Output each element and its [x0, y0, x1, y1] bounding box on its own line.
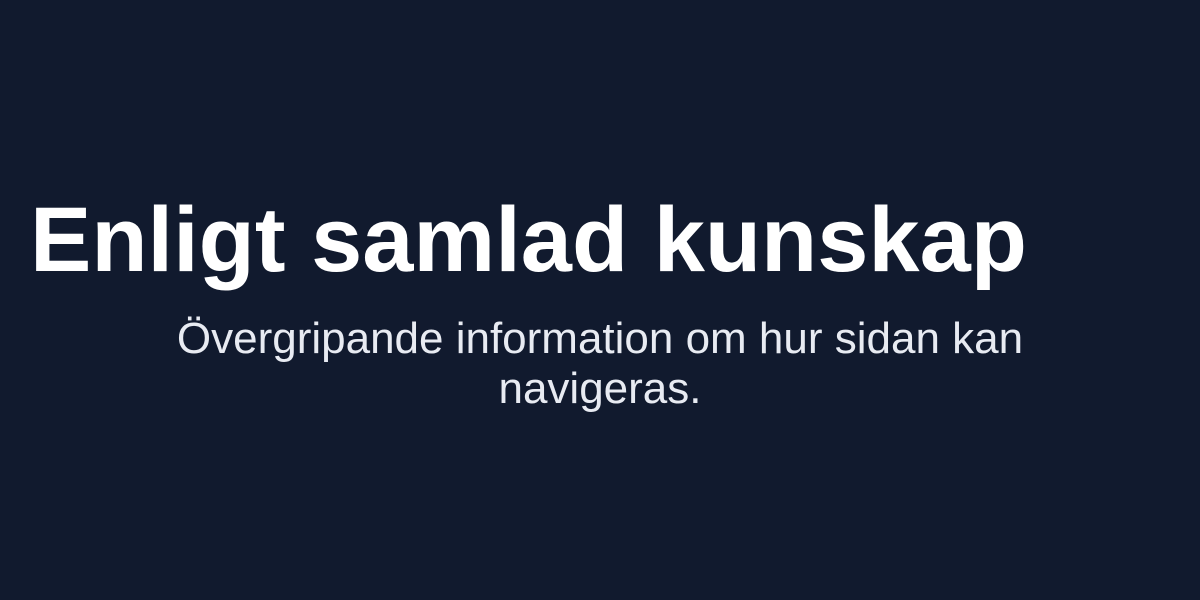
- page-description: Övergripande information om hur sidan ka…: [176, 314, 1024, 413]
- social-preview-card: Enligt samlad kunskap Övergripande infor…: [0, 0, 1200, 600]
- page-title: Enligt samlad kunskap: [30, 189, 1027, 291]
